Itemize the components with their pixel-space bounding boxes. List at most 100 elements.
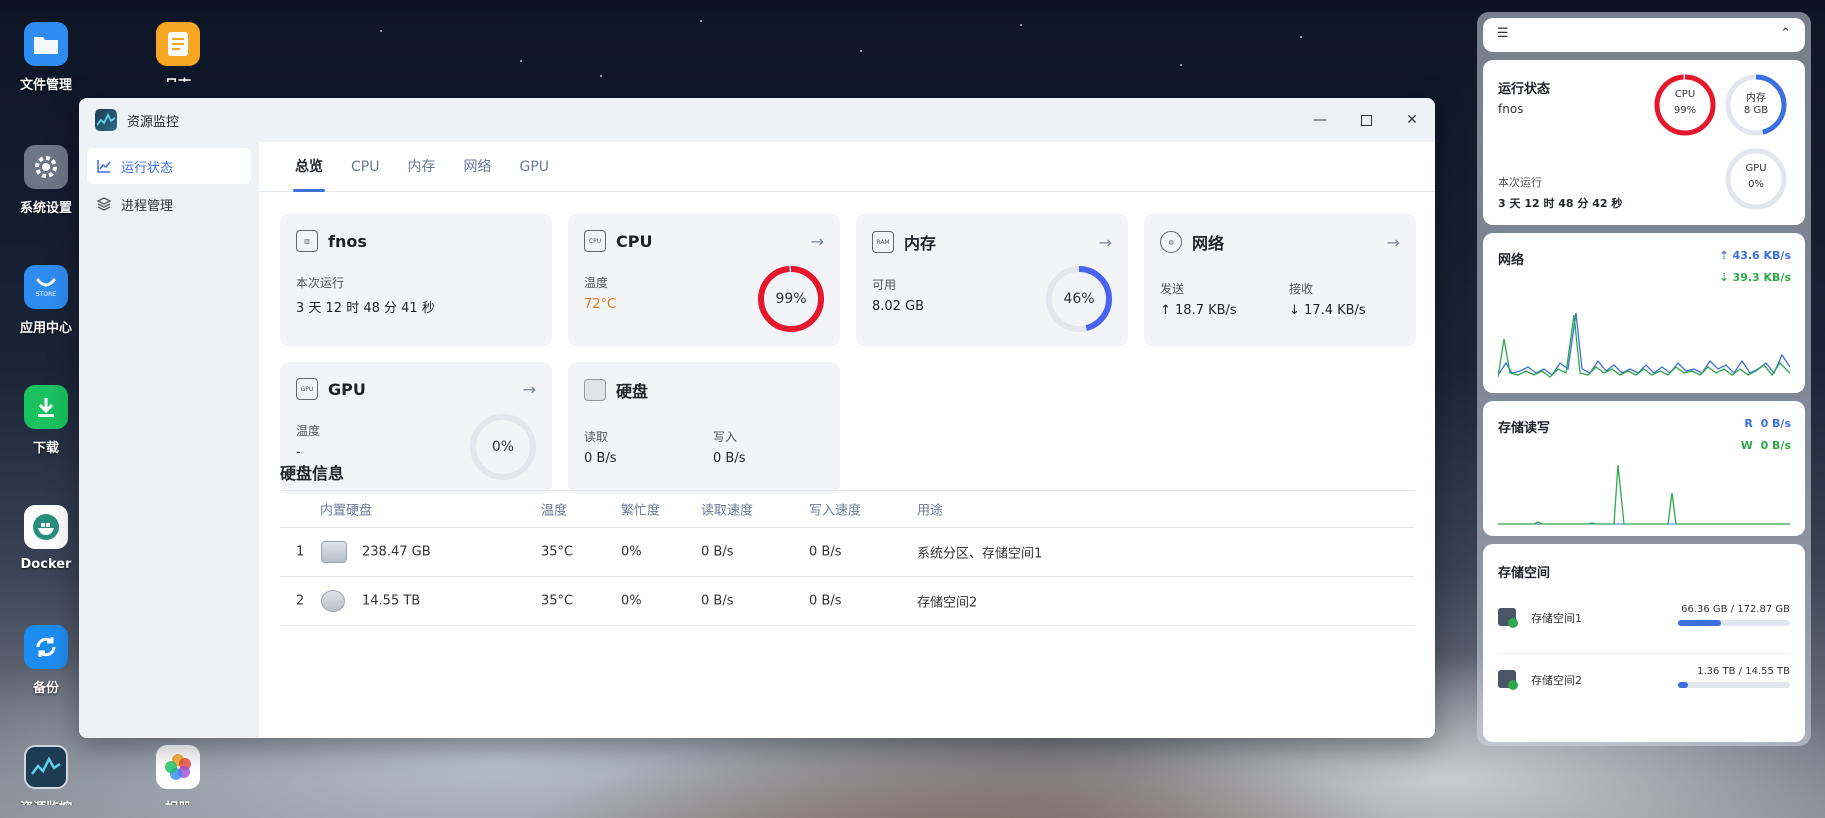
gpu-mini-label: GPU	[1745, 163, 1767, 174]
memory-mini-label: 内存	[1746, 93, 1766, 104]
minimize-button[interactable]: —	[1297, 98, 1343, 142]
tab-bar: 总览 CPU 内存 网络 GPU	[259, 142, 1435, 192]
table-row[interactable]: 1 238.47 GB 35°C 0% 0 B/s 0 B/s 系统分区、存储空…	[280, 528, 1415, 577]
gpu-usage-ring: 0%	[468, 412, 538, 486]
maximize-button[interactable]	[1343, 98, 1389, 142]
disk-read-speed: 0 B/s	[701, 544, 734, 560]
desktop-icon-log[interactable]: 日志	[132, 22, 224, 82]
cpu-mini-ring: CPU 99%	[1652, 72, 1718, 142]
tab-overview[interactable]: 总览	[281, 142, 337, 192]
disk-busy: 0%	[621, 593, 642, 609]
tab-cpu[interactable]: CPU	[337, 142, 393, 191]
tab-gpu[interactable]: GPU	[505, 142, 563, 191]
ram-icon: RAM	[872, 231, 894, 253]
disk-card: 硬盘 读取 0 B/s 写入 0 B/s	[568, 362, 840, 494]
sidebar-item-label: 进程管理	[121, 198, 174, 214]
network-sparkline	[1498, 312, 1790, 378]
disk-info-table: 内置硬盘 温度 繁忙度 读取速度 写入速度 用途 1 238.47 GB 35°…	[280, 490, 1415, 626]
desktop-icon-photos[interactable]: 相册	[132, 745, 224, 805]
download-icon	[24, 385, 68, 429]
uptime-value: 3 天 12 时 48 分 42 秒	[1498, 197, 1623, 210]
card-title: 硬盘	[616, 382, 649, 401]
disk-read-label: 读取	[584, 430, 609, 444]
status-widget[interactable]: 运行状态 fnos 本次运行 3 天 12 时 48 分 42 秒 CPU 99…	[1483, 60, 1805, 225]
card-title: fnos	[328, 231, 367, 251]
uptime-label: 本次运行	[1498, 176, 1542, 189]
col-header: 用途	[917, 503, 944, 519]
download-rate: ⇣ 39.3 KB/s	[1720, 271, 1792, 284]
arrow-right-icon[interactable]: →	[1387, 233, 1400, 252]
widget-settings-icon[interactable]: ☰	[1497, 26, 1509, 41]
widget-title: 网络	[1498, 253, 1525, 268]
monitor-icon	[95, 109, 117, 131]
hdd-icon	[321, 590, 345, 612]
disk-read-value: 0 B/s	[584, 451, 617, 466]
download-arrow-icon: ⇣	[1719, 271, 1733, 284]
arrow-right-icon[interactable]: →	[811, 232, 824, 251]
disk-write-value: 0 B/s	[713, 451, 746, 466]
volume-used-text: 66.36 GB / 172.87 GB	[1681, 604, 1790, 615]
volume-usage-bar	[1678, 620, 1790, 626]
gpu-usage-text: 0%	[491, 439, 515, 455]
hard-disk-icon	[584, 379, 606, 401]
volume-row[interactable]: 存储空间1 66.36 GB / 172.87 GB	[1498, 604, 1790, 654]
disk-usage: 系统分区、存储空间1	[917, 546, 1043, 562]
desktop-icon-monitor[interactable]: 资源监控	[0, 745, 92, 805]
memory-card[interactable]: RAM 内存 → 可用 8.02 GB 46%	[856, 214, 1128, 346]
log-icon	[156, 22, 200, 66]
sidebar-item-processes[interactable]: 进程管理	[87, 186, 251, 222]
uptime-label: 本次运行	[296, 276, 345, 290]
widget-title: 存储空间	[1498, 566, 1551, 581]
cpu-mini-label: CPU	[1674, 89, 1696, 100]
card-title: 网络	[1192, 234, 1225, 253]
cpu-usage-text: 99%	[775, 291, 807, 307]
close-button[interactable]: ✕	[1389, 98, 1435, 142]
desktop-icon-label: 相册	[132, 797, 224, 805]
table-row[interactable]: 2 14.55 TB 35°C 0% 0 B/s 0 B/s 存储空间2	[280, 577, 1415, 626]
disk-usage: 存储空间2	[917, 595, 978, 611]
desktop-icon-label: 资源监控	[0, 797, 92, 805]
store-icon: STORE	[24, 265, 68, 309]
network-widget[interactable]: 网络 ⇡ 43.6 KB/s ⇣ 39.3 KB/s	[1483, 233, 1805, 393]
monitor-icon	[24, 745, 68, 789]
storage-space-widget[interactable]: 存储空间 存储空间1 66.36 GB / 172.87 GB 存储空间2 1.…	[1483, 544, 1805, 742]
volume-row[interactable]: 存储空间2 1.36 TB / 14.55 TB	[1498, 666, 1790, 716]
tab-network[interactable]: 网络	[449, 142, 505, 191]
cpu-usage-ring: 99%	[756, 264, 826, 338]
close-icon: ✕	[1406, 112, 1418, 128]
memory-usage-text: 46%	[1063, 291, 1095, 307]
network-send-value: ↑ 18.7 KB/s	[1160, 303, 1237, 318]
volume-used-text: 1.36 TB / 14.55 TB	[1697, 666, 1790, 677]
cpu-card[interactable]: CPU CPU → 温度 72°C 99%	[568, 214, 840, 346]
sidebar-item-label: 运行状态	[121, 160, 174, 176]
resource-monitor-window: 资源监控 — ✕ 运行状态 进程管理 总览 CPU 内存 网络 GPU ▥ fn…	[79, 98, 1435, 738]
gear-icon	[24, 145, 68, 189]
tab-memory[interactable]: 内存	[393, 142, 449, 191]
network-card[interactable]: ◍ 网络 → 发送 ↑ 18.7 KB/s 接收 ↓ 17.4 KB/s	[1144, 214, 1416, 346]
collapse-icon[interactable]: ⌃	[1780, 26, 1791, 41]
window-title: 资源监控	[127, 114, 180, 130]
window-titlebar[interactable]: 资源监控 — ✕	[79, 98, 1435, 142]
layers-icon	[97, 197, 113, 211]
disk-write-speed: 0 B/s	[809, 593, 842, 609]
cpu-mini-value: 99%	[1673, 105, 1697, 116]
disk-size: 14.55 TB	[362, 593, 421, 609]
svg-text:STORE: STORE	[36, 291, 56, 298]
card-title: GPU	[328, 379, 366, 399]
memory-mini-ring: 内存 8 GB	[1723, 72, 1789, 142]
col-header: 读取速度	[701, 503, 754, 519]
arrow-right-icon[interactable]: →	[523, 380, 536, 399]
docker-icon	[24, 505, 68, 549]
disk-temp: 35°C	[541, 593, 574, 609]
sidebar-item-status[interactable]: 运行状态	[87, 148, 251, 184]
cpu-chip-icon: CPU	[584, 230, 606, 252]
storage-io-widget[interactable]: 存储读写 R 0 B/s W 0 B/s	[1483, 401, 1805, 536]
card-title: CPU	[616, 231, 653, 251]
arrow-right-icon[interactable]: →	[1099, 233, 1112, 252]
check-icon	[1508, 680, 1518, 690]
write-prefix: W	[1740, 439, 1753, 452]
storage-read-rate: R 0 B/s	[1744, 417, 1791, 430]
volume-name: 存储空间1	[1531, 612, 1582, 625]
desktop-icon-files[interactable]: 文件管理	[0, 22, 92, 93]
globe-icon: ◍	[1160, 231, 1182, 253]
